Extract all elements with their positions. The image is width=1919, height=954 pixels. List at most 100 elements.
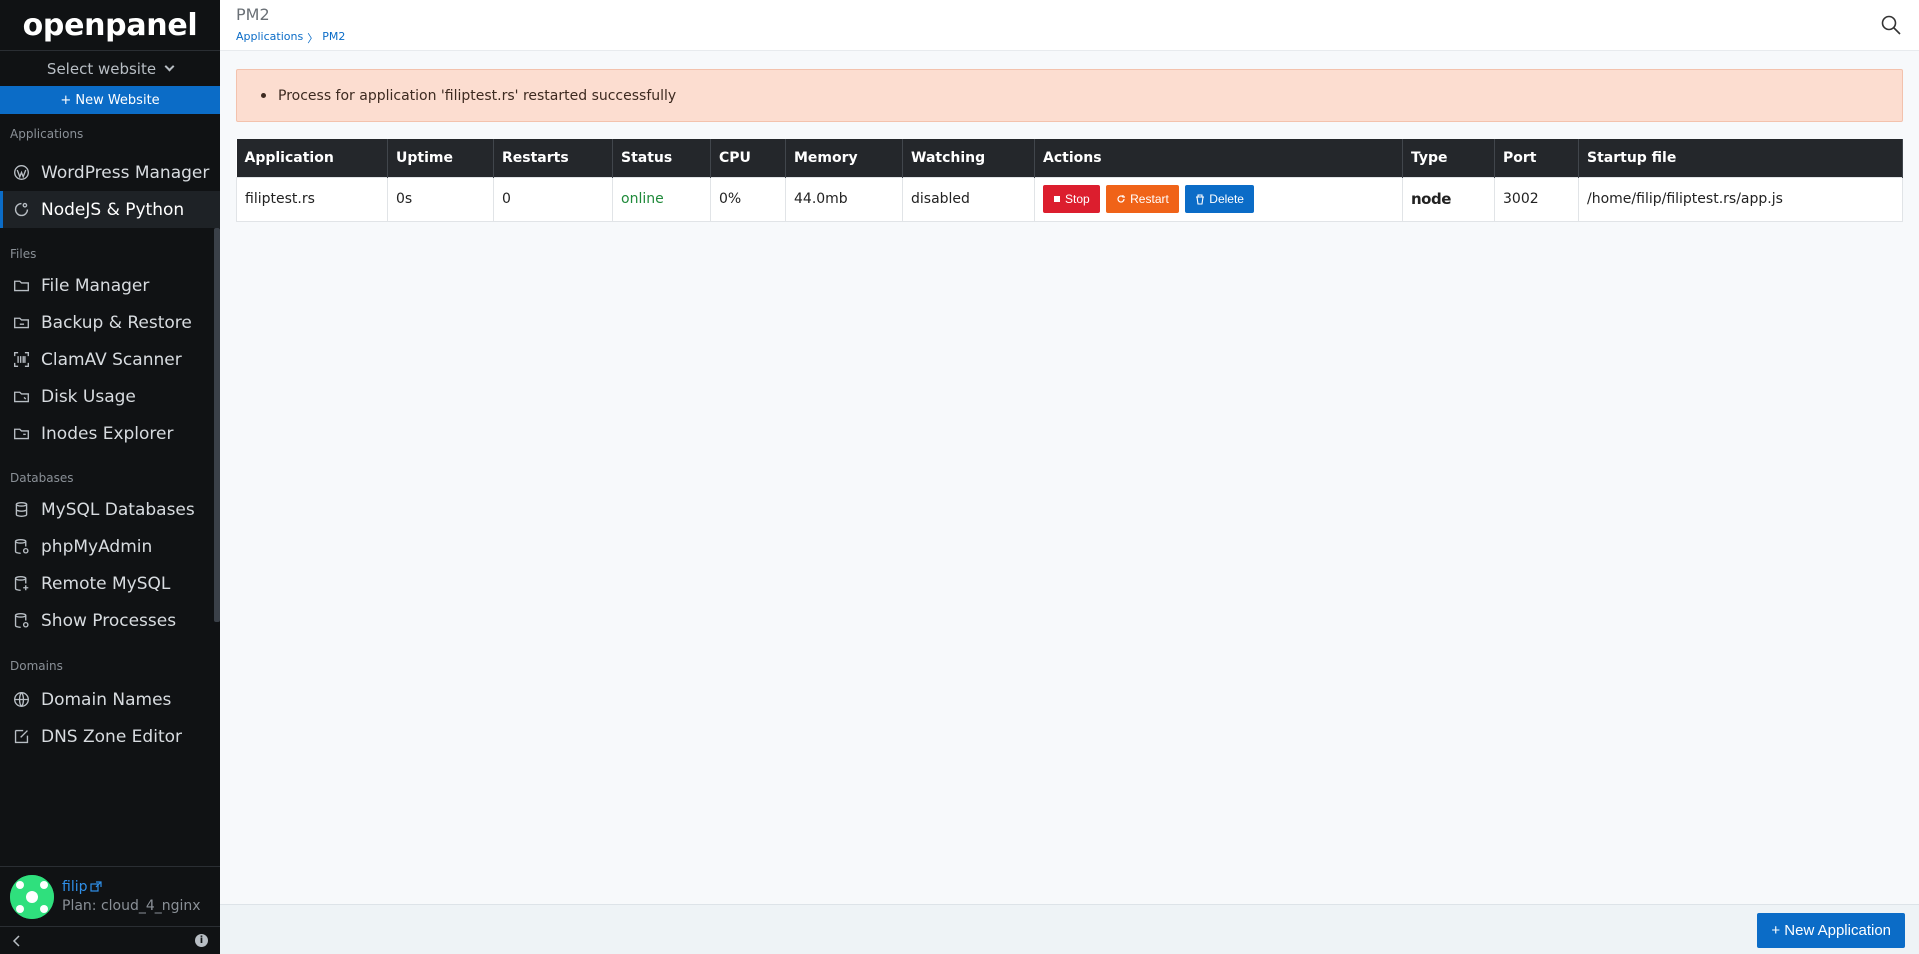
- breadcrumb-pm2[interactable]: PM2: [322, 30, 345, 46]
- column-header: Restarts: [493, 139, 613, 177]
- breadcrumb-applications[interactable]: Applications: [236, 30, 303, 46]
- cell-startup-file: /home/filip/filiptest.rs/app.js: [1578, 176, 1903, 222]
- select-website-dropdown[interactable]: Select website: [0, 51, 220, 86]
- edit-icon: [12, 728, 30, 746]
- globe-icon: [12, 691, 30, 709]
- restart-label: Restart: [1130, 192, 1169, 206]
- sidebar-item-backup-restore[interactable]: Backup & Restore: [0, 304, 220, 341]
- wordpress-icon: [12, 164, 30, 182]
- page-footer: + New Application: [220, 904, 1919, 954]
- column-header: Actions: [1034, 139, 1403, 177]
- user-name-link[interactable]: filip: [62, 879, 201, 895]
- cell-uptime: 0s: [387, 176, 494, 222]
- folder-usage-icon: [12, 388, 30, 406]
- stop-label: Stop: [1065, 192, 1090, 206]
- user-plan: Plan: cloud_4_nginx: [62, 898, 201, 914]
- column-header: Memory: [785, 139, 903, 177]
- section-files: Files: [10, 246, 37, 261]
- column-header: Application: [236, 139, 388, 177]
- restart-icon: [1117, 195, 1126, 203]
- bullet: [261, 93, 266, 98]
- sidebar-bottom-bar: i: [0, 926, 220, 954]
- user-info: filip Plan: cloud_4_nginx: [62, 879, 201, 914]
- database-processes-icon: [12, 612, 30, 630]
- sidebar-item-phpmyadmin[interactable]: phpMyAdmin: [0, 528, 220, 565]
- cell-status: online: [612, 176, 711, 222]
- sidebar-item-label: DNS Zone Editor: [41, 726, 182, 747]
- sidebar-item-label: phpMyAdmin: [41, 536, 153, 557]
- search-icon[interactable]: [1881, 15, 1901, 35]
- info-icon[interactable]: i: [195, 934, 208, 947]
- breadcrumb: Applications 〉 PM2: [236, 30, 1919, 46]
- table-row: filiptest.rs 0s 0 online 0% 44.0mb disab…: [236, 176, 1903, 222]
- folder-backup-icon: [12, 314, 30, 332]
- sidebar-item-label: NodeJS & Python: [41, 199, 185, 220]
- cell-memory: 44.0mb: [785, 176, 903, 222]
- nodejs-logo-icon: node: [1411, 190, 1451, 208]
- sidebar-item-label: Show Processes: [41, 610, 177, 631]
- trash-icon: [1196, 193, 1205, 205]
- logo[interactable]: openpanel: [0, 0, 220, 51]
- new-application-button[interactable]: + New Application: [1757, 913, 1905, 948]
- sidebar-item-label: File Manager: [41, 275, 150, 296]
- sidebar-item-dns-zone-editor[interactable]: DNS Zone Editor: [0, 718, 220, 755]
- select-website-label: Select website: [46, 59, 157, 78]
- stop-icon: [1054, 196, 1060, 202]
- section-databases: Databases: [10, 470, 74, 485]
- section-domains: Domains: [10, 659, 63, 673]
- collapse-sidebar-icon[interactable]: [12, 934, 22, 947]
- cell-actions: Stop Restart Delete: [1034, 176, 1403, 222]
- cell-watching: disabled: [902, 176, 1035, 222]
- cell-application: filiptest.rs: [236, 176, 388, 222]
- sidebar-item-label: WordPress Manager: [41, 162, 210, 183]
- folder-inodes-icon: [12, 425, 30, 443]
- sidebar-item-label: Disk Usage: [41, 386, 136, 407]
- sidebar-item-wordpress-manager[interactable]: WordPress Manager: [0, 154, 220, 191]
- sidebar-item-disk-usage[interactable]: Disk Usage: [0, 378, 220, 415]
- delete-button[interactable]: Delete: [1185, 185, 1254, 213]
- restart-button[interactable]: Restart: [1106, 185, 1179, 213]
- cell-cpu: 0%: [710, 176, 786, 222]
- delete-label: Delete: [1209, 192, 1244, 206]
- sidebar-item-remote-mysql[interactable]: Remote MySQL: [0, 565, 220, 602]
- sidebar-item-label: Remote MySQL: [41, 573, 171, 594]
- cell-port: 3002: [1494, 176, 1579, 222]
- sidebar-item-label: Domain Names: [41, 689, 172, 710]
- new-website-button[interactable]: + New Website: [0, 86, 220, 114]
- sidebar-item-label: Inodes Explorer: [41, 423, 174, 444]
- sidebar-item-show-processes[interactable]: Show Processes: [0, 602, 220, 639]
- sidebar-item-clamav-scanner[interactable]: ClamAV Scanner: [0, 341, 220, 378]
- user-panel: filip Plan: cloud_4_nginx: [0, 866, 220, 926]
- sidebar: openpanel Select website + New Website A…: [0, 0, 220, 954]
- sidebar-item-mysql-databases[interactable]: MySQL Databases: [0, 491, 220, 528]
- user-name: filip: [62, 879, 88, 895]
- scanner-icon: [12, 351, 30, 369]
- sidebar-item-nodejs-python[interactable]: NodeJS & Python: [0, 191, 220, 228]
- cell-restarts: 0: [493, 176, 613, 222]
- sidebar-item-label: ClamAV Scanner: [41, 349, 182, 370]
- sidebar-item-label: MySQL Databases: [41, 499, 195, 520]
- database-icon: [12, 501, 30, 519]
- avatar[interactable]: [10, 874, 54, 919]
- sidebar-menu: Applications WordPress Manager NodeJS & …: [0, 114, 220, 755]
- column-header: Status: [612, 139, 711, 177]
- chevron-down-icon: [164, 61, 175, 72]
- sidebar-item-inodes-explorer[interactable]: Inodes Explorer: [0, 415, 220, 452]
- breadcrumb-separator: 〉: [307, 32, 319, 45]
- main-content: PM2 Applications 〉 PM2 Process for appli…: [220, 0, 1919, 954]
- database-admin-icon: [12, 538, 30, 556]
- page-title: PM2: [236, 5, 270, 24]
- section-applications: Applications: [10, 127, 84, 141]
- success-alert: Process for application 'filiptest.rs' r…: [236, 69, 1903, 122]
- table-header-row: Application Uptime Restarts Status CPU M…: [236, 139, 1903, 177]
- sidebar-item-label: Backup & Restore: [41, 312, 192, 333]
- page-header: PM2 Applications 〉 PM2: [220, 0, 1919, 51]
- sidebar-item-domain-names[interactable]: Domain Names: [0, 681, 220, 718]
- column-header: Startup file: [1578, 139, 1903, 177]
- alert-message: Process for application 'filiptest.rs' r…: [278, 87, 677, 104]
- cell-type: node: [1402, 176, 1495, 222]
- stop-button[interactable]: Stop: [1043, 185, 1100, 213]
- column-header: Uptime: [387, 139, 494, 177]
- sidebar-item-file-manager[interactable]: File Manager: [0, 267, 220, 304]
- column-header: Watching: [902, 139, 1035, 177]
